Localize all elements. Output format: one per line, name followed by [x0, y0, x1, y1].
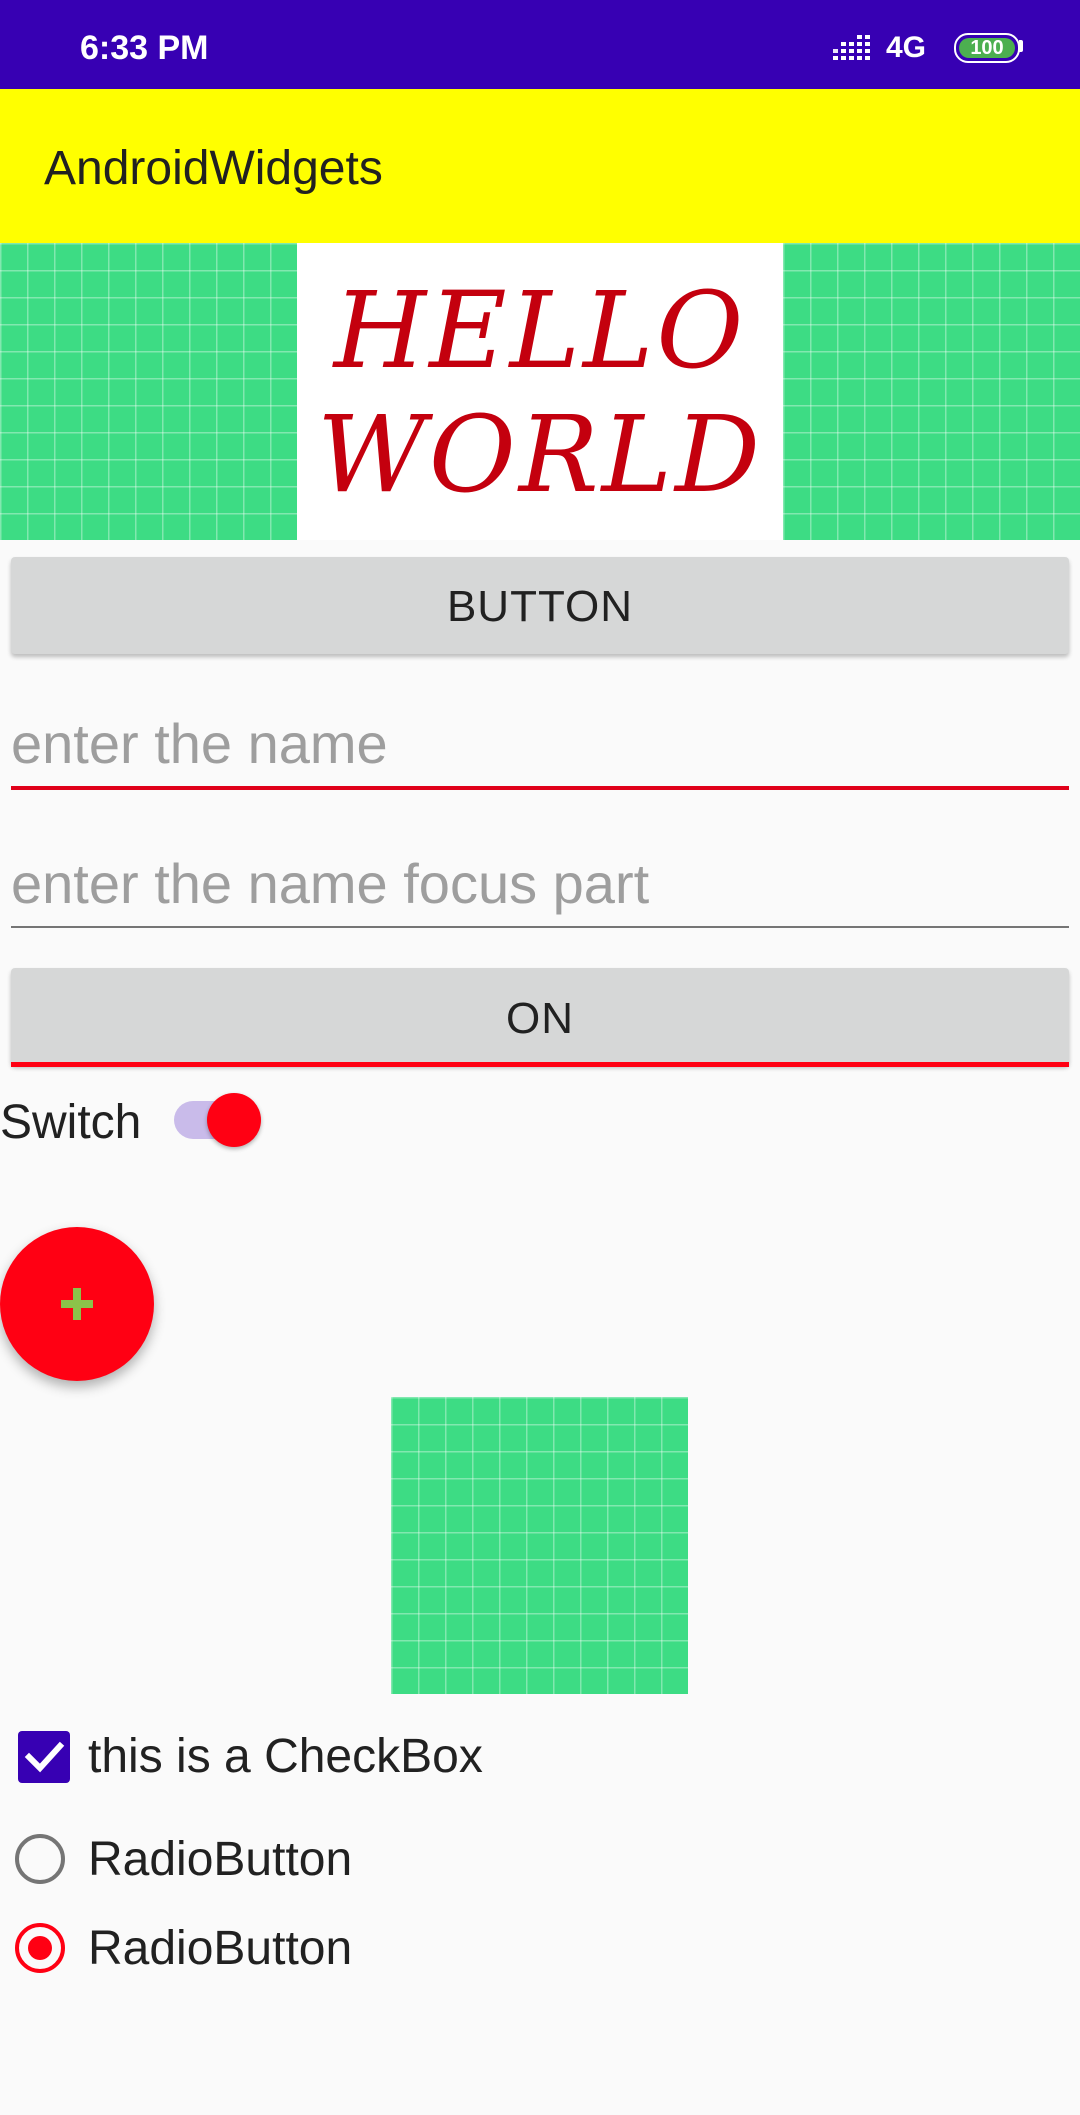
hello-line-2: WORLD	[316, 393, 764, 516]
radio-label-2: RadioButton	[88, 1922, 353, 1975]
check-icon	[24, 1741, 65, 1773]
radio-dot	[28, 1936, 52, 1960]
radio-label-1: RadioButton	[88, 1833, 353, 1886]
radio-button-1[interactable]	[15, 1834, 65, 1884]
hello-line-1: HELLO	[333, 269, 747, 392]
name-focus-input-underline	[11, 926, 1069, 928]
signal-icon	[833, 35, 870, 60]
battery-tip	[1019, 40, 1023, 52]
name-input[interactable]	[11, 700, 1069, 786]
hello-world-text: HELLO WORLD	[297, 243, 783, 540]
name-input-underline	[11, 786, 1069, 790]
network-type: 4G	[886, 31, 927, 64]
toolbar-title: AndroidWidgets	[44, 142, 383, 195]
switch-label: Switch	[0, 1096, 142, 1149]
checkbox[interactable]	[18, 1731, 70, 1783]
grid-image-left	[0, 243, 297, 540]
name-focus-input[interactable]	[11, 840, 1069, 926]
toggle-button[interactable]: ON	[11, 968, 1069, 1065]
radio-button-2[interactable]	[15, 1923, 65, 1973]
battery-level: 100	[959, 38, 1015, 58]
status-time: 6:33 PM	[80, 29, 209, 67]
main-button[interactable]: BUTTON	[11, 557, 1069, 654]
toggle-indicator	[11, 1062, 1069, 1067]
plus-icon	[61, 1288, 93, 1320]
switch-thumb[interactable]	[207, 1093, 261, 1147]
grid-image-right	[783, 243, 1080, 540]
battery-icon: 100	[954, 33, 1020, 63]
checkbox-label: this is a CheckBox	[88, 1730, 483, 1783]
grid-image-center	[391, 1397, 688, 1694]
add-fab-button[interactable]	[0, 1227, 154, 1381]
